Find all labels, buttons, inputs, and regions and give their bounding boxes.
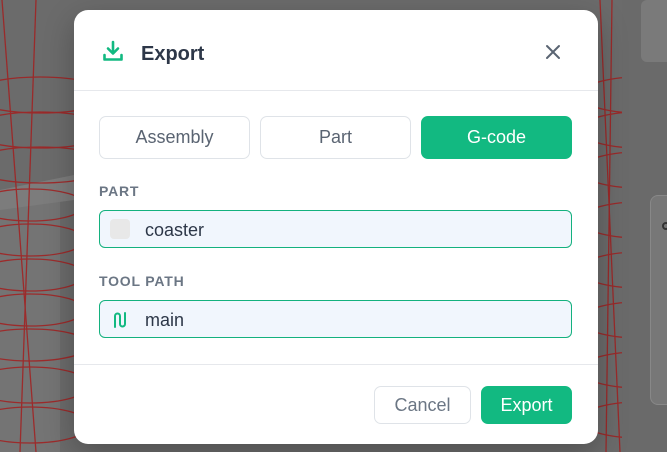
- part-label: PART: [99, 183, 140, 199]
- cancel-button[interactable]: Cancel: [374, 386, 471, 424]
- side-panel-card: [641, 0, 667, 62]
- tab-assembly[interactable]: Assembly: [99, 116, 250, 159]
- tab-gcode[interactable]: G-code: [421, 116, 572, 159]
- tool-path-value: main: [145, 310, 185, 330]
- part-value: coaster: [145, 220, 205, 240]
- color-swatch-icon: [110, 219, 130, 239]
- tab-part[interactable]: Part: [260, 116, 411, 159]
- close-icon[interactable]: [542, 41, 564, 63]
- download-icon: [103, 40, 123, 61]
- toolpath-icon: [114, 312, 126, 328]
- export-type-tabs: Assembly Part G-code: [99, 116, 572, 159]
- dialog-title: Export: [141, 43, 205, 65]
- part-select[interactable]: coaster: [99, 210, 572, 248]
- side-panel-radio: [662, 222, 667, 230]
- export-dialog: Export Assembly Part G-code PART coaster…: [74, 10, 598, 444]
- tool-path-label: TOOL PATH: [99, 273, 185, 289]
- dialog-footer: Cancel Export: [74, 364, 598, 444]
- tool-path-select[interactable]: main: [99, 300, 572, 338]
- dialog-header: Export: [74, 10, 598, 91]
- export-button[interactable]: Export: [481, 386, 572, 424]
